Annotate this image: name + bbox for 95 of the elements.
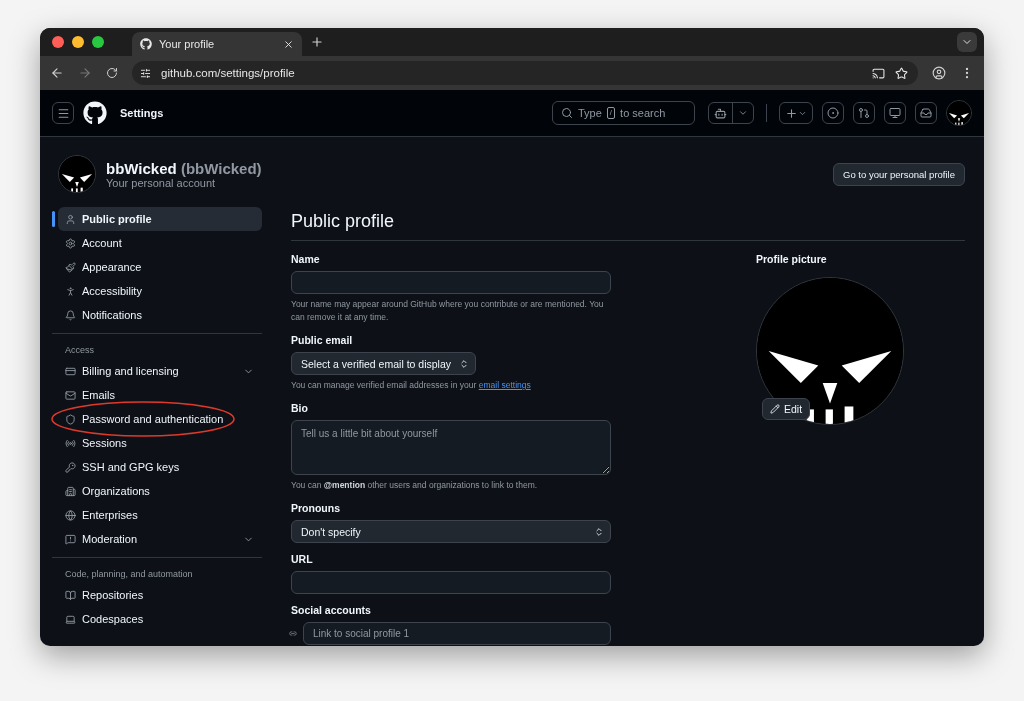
chevron-down-icon bbox=[738, 108, 748, 118]
robot-icon bbox=[714, 106, 727, 120]
field-label: Pronouns bbox=[291, 502, 341, 514]
sidebar-icon bbox=[65, 533, 76, 545]
github-logo-icon[interactable] bbox=[83, 101, 107, 125]
monitor-icon bbox=[889, 107, 901, 119]
sidebar-item[interactable]: Codespaces bbox=[58, 607, 262, 631]
sidebar-item[interactable]: Password and authentication bbox=[58, 407, 262, 431]
sidebar-item[interactable]: Enterprises bbox=[58, 503, 262, 527]
sidebar-icon bbox=[65, 509, 76, 521]
close-window-button[interactable] bbox=[52, 36, 64, 48]
reload-icon[interactable] bbox=[106, 67, 118, 79]
cast-icon bbox=[872, 66, 885, 80]
tab-menu-button[interactable] bbox=[957, 32, 977, 52]
personal-profile-button[interactable]: Go to your personal profile bbox=[833, 163, 965, 186]
sidebar-icon bbox=[65, 613, 76, 625]
back-icon[interactable] bbox=[50, 66, 64, 80]
sidebar-icon bbox=[65, 365, 76, 377]
section-title: Public profile bbox=[291, 211, 965, 241]
sidebar-item[interactable]: Billing and licensing bbox=[58, 359, 262, 383]
page-title: Settings bbox=[120, 107, 165, 119]
updown-icon bbox=[594, 526, 604, 537]
help-text: You can manage verified email addresses in your email settings bbox=[291, 379, 532, 392]
sidebar-item[interactable]: Accessibility bbox=[58, 279, 262, 303]
input-field[interactable] bbox=[291, 271, 611, 294]
issue-icon bbox=[827, 107, 839, 119]
field-label: Name bbox=[291, 253, 321, 265]
section-heading: Access bbox=[64, 344, 95, 357]
minimize-window-button[interactable] bbox=[72, 36, 84, 48]
search-field[interactable]: Type / to search bbox=[552, 101, 695, 125]
sidebar-icon bbox=[65, 589, 76, 601]
sidebar-icon bbox=[65, 413, 76, 425]
updown-icon bbox=[459, 358, 469, 369]
profile-icon[interactable] bbox=[932, 66, 946, 80]
new-tab-icon[interactable] bbox=[310, 35, 324, 49]
projects-button[interactable] bbox=[884, 102, 906, 124]
sidebar-icon bbox=[65, 437, 76, 449]
select-field[interactable]: Select a verified email to display bbox=[291, 352, 476, 375]
sidebar-item[interactable]: Emails bbox=[58, 383, 262, 407]
sidebar-icon bbox=[65, 213, 76, 225]
account-subtitle: Your personal account bbox=[106, 176, 216, 189]
github-logo-icon bbox=[140, 38, 152, 50]
bookmark-star-icon bbox=[895, 66, 908, 80]
sidebar-item[interactable]: Moderation bbox=[58, 527, 262, 551]
sidebar-item[interactable]: SSH and GPG keys bbox=[58, 455, 262, 479]
account-name: bbWicked (bbWicked) bbox=[106, 159, 263, 177]
pull-requests-button[interactable] bbox=[853, 102, 875, 124]
section-heading: Code, planning, and automation bbox=[64, 568, 194, 581]
link-icon bbox=[289, 628, 297, 639]
help-text: You can @mention other users and organizations to link to them. bbox=[291, 479, 539, 492]
create-button[interactable] bbox=[779, 102, 813, 124]
menu-icon bbox=[56, 106, 70, 120]
pencil-icon bbox=[770, 404, 780, 414]
sidebar-item[interactable]: Public profile bbox=[58, 207, 262, 231]
account-avatar bbox=[58, 155, 96, 193]
sidebar-item[interactable]: Account bbox=[58, 231, 262, 255]
sidebar-icon bbox=[65, 285, 76, 297]
sidebar-icon bbox=[65, 237, 76, 249]
field-label: Profile picture bbox=[756, 253, 828, 265]
search-icon bbox=[561, 107, 573, 119]
sidebar-icon bbox=[65, 389, 76, 401]
sidebar-item[interactable]: Sessions bbox=[58, 431, 262, 455]
site-settings-icon bbox=[140, 67, 151, 79]
plus-icon bbox=[785, 106, 798, 120]
copilot-button[interactable] bbox=[708, 102, 754, 124]
bio-field[interactable]: Tell us a little bit about yourself bbox=[291, 420, 611, 475]
input-field[interactable] bbox=[291, 571, 611, 594]
close-icon[interactable] bbox=[283, 38, 294, 50]
email-settings-link[interactable]: email settings bbox=[478, 380, 531, 390]
maximize-window-button[interactable] bbox=[92, 36, 104, 48]
edit-button[interactable]: Edit bbox=[762, 398, 811, 420]
sidebar-item[interactable]: Repositories bbox=[58, 583, 262, 607]
field-label: Social accounts bbox=[291, 604, 372, 616]
selection-bar bbox=[52, 211, 55, 227]
browser-tab[interactable]: Your profile bbox=[132, 32, 302, 56]
sidebar-icon bbox=[65, 485, 76, 497]
user-avatar[interactable] bbox=[946, 100, 972, 126]
issues-button[interactable] bbox=[822, 102, 844, 124]
sidebar-item[interactable]: Notifications bbox=[58, 303, 262, 327]
pull-request-icon bbox=[858, 107, 870, 119]
field-label: Public email bbox=[291, 334, 354, 346]
sidebar-item[interactable]: Organizations bbox=[58, 479, 262, 503]
select-field[interactable]: Don't specify bbox=[291, 520, 611, 543]
inbox-icon bbox=[920, 107, 932, 119]
sidebar-icon bbox=[65, 309, 76, 321]
field-label: Bio bbox=[291, 402, 309, 414]
field-label: URL bbox=[291, 553, 314, 565]
menu-button[interactable] bbox=[52, 102, 74, 124]
sidebar-icon bbox=[65, 261, 76, 273]
address-bar[interactable]: github.com/settings/profile bbox=[132, 61, 918, 85]
sidebar-item[interactable]: Appearance bbox=[58, 255, 262, 279]
input-field[interactable]: Link to social profile 1 bbox=[302, 622, 611, 645]
sidebar-icon bbox=[65, 461, 76, 473]
help-text: Your name may appear around GitHub where you contribute or are mentioned. You can remove it at any time. bbox=[291, 298, 605, 324]
forward-icon[interactable] bbox=[78, 66, 92, 80]
